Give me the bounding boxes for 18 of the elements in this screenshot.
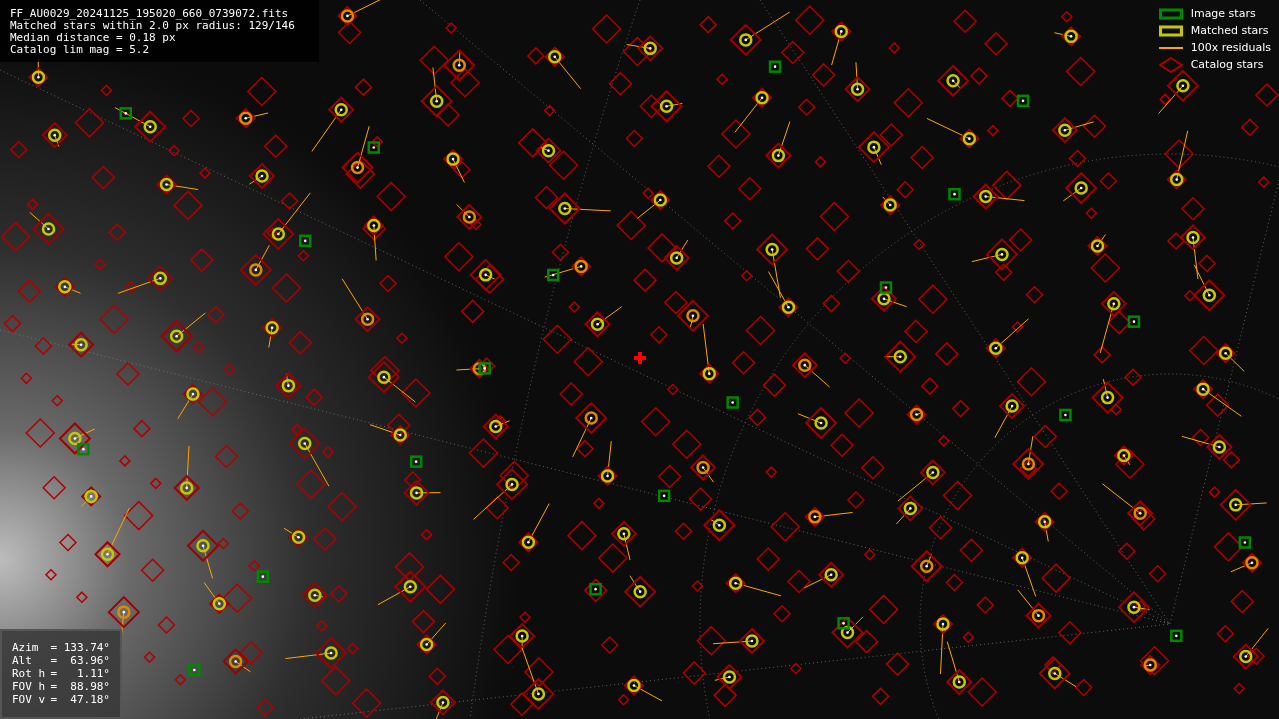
- info-text: Catalog lim mag = 5.2: [10, 44, 151, 56]
- parameter-value: = 88.98°: [50, 680, 110, 693]
- legend-label: 100x residuals: [1190, 39, 1271, 56]
- parameter-value: = 47.18°: [50, 693, 110, 706]
- parameter-value: = 133.74°: [50, 641, 110, 654]
- info-text: FF_AU0029_20241125_195020_660_0739072.fits: [10, 8, 290, 20]
- legend-label: Catalog stars: [1190, 56, 1264, 73]
- info-text: Median distance = 0.18 px: [10, 32, 177, 44]
- parameter-value: = 63.96°: [50, 654, 110, 667]
- parameter-label: Azim: [12, 641, 40, 654]
- legend-label: Image stars: [1190, 5, 1256, 22]
- legend-label: Matched stars: [1190, 22, 1269, 39]
- parameter-label: Rot h: [12, 667, 47, 680]
- parameter-label: FOV h: [12, 680, 47, 693]
- parameter-label: Alt: [12, 654, 33, 667]
- parameter-label: FOV v: [12, 693, 47, 706]
- parameter-value: = 1.11°: [50, 667, 110, 680]
- info-text: Matched stars within 2.0 px radius: 129/146: [10, 20, 296, 32]
